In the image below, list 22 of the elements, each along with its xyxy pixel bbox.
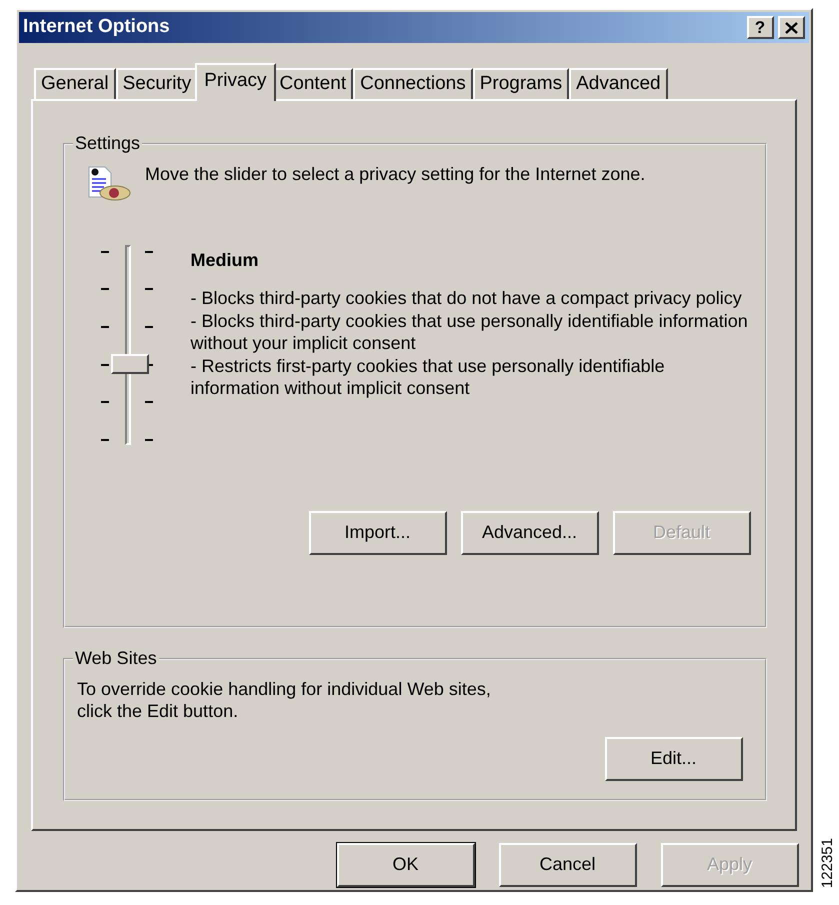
settings-button[interactable]: Import... <box>308 510 446 555</box>
slider-thumb[interactable] <box>111 354 149 374</box>
close-icon <box>784 22 798 34</box>
description-text: - Restricts first-party cookies that use personally identifiable information without implicit consent <box>190 354 666 400</box>
window-title: Internet Options <box>23 15 170 40</box>
tab[interactable]: General <box>34 68 116 101</box>
settings-button[interactable]: Advanced... <box>460 510 598 555</box>
close-button[interactable] <box>778 16 804 39</box>
edit-button[interactable]: Edit... <box>604 736 742 781</box>
tab[interactable]: Advanced <box>569 68 668 101</box>
tab[interactable]: Connections <box>353 68 473 101</box>
dialog-button[interactable]: Cancel <box>498 842 636 887</box>
tab[interactable]: Programs <box>472 68 570 101</box>
level-name: Medium <box>190 248 260 272</box>
figure-number: 122351 <box>818 838 836 888</box>
dialog-button[interactable]: OK <box>336 842 474 887</box>
description-text: - Blocks third-party cookies that use personally identifiable information without your implicit consent <box>190 310 749 355</box>
intro-text: Move the slider to select a privacy setting for the Internet zone. <box>145 162 646 186</box>
help-button[interactable]: ? <box>746 16 774 39</box>
tab[interactable]: Privacy <box>195 63 276 101</box>
description-text: - Blocks third-party cookies that do not have a compact privacy policy <box>190 287 743 310</box>
web-sites-text: To override cookie handling for individual Web sites, click the Edit button. <box>77 678 492 723</box>
